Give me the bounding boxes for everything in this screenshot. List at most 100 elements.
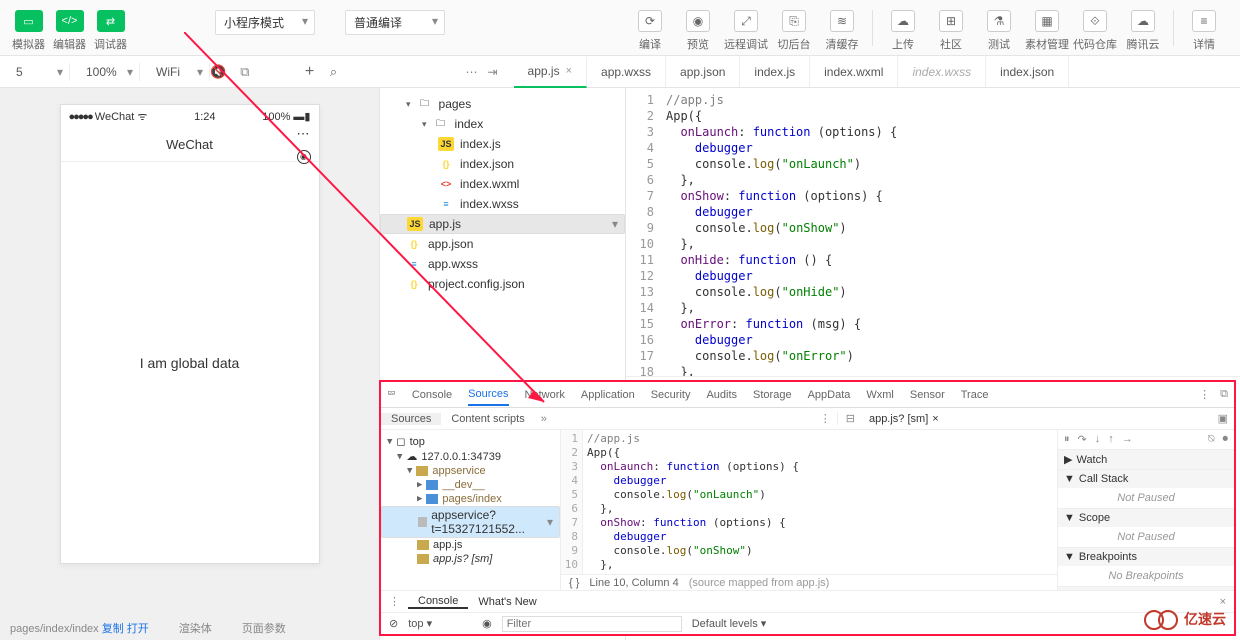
compile-type-select[interactable]: 普通编译 bbox=[345, 10, 445, 35]
dt-tab-application[interactable]: Application bbox=[581, 389, 635, 401]
editor-tab[interactable]: app.json bbox=[666, 56, 740, 87]
action-compile[interactable]: ⟳编译 bbox=[626, 10, 674, 52]
action-cloud[interactable]: ☁腾讯云 bbox=[1119, 10, 1167, 52]
program-mode-select[interactable]: 小程序模式 bbox=[215, 10, 315, 35]
dt-tab-appdata[interactable]: AppData bbox=[808, 389, 851, 401]
dt-dock-icon[interactable]: ⧉ bbox=[1220, 388, 1228, 401]
tree-row[interactable]: {}index.json bbox=[380, 154, 625, 174]
sources-tree-row[interactable]: ▼◻top bbox=[381, 434, 560, 449]
subtab-content-scripts[interactable]: Content scripts bbox=[441, 413, 534, 425]
layout-icon[interactable]: ⊟ bbox=[837, 412, 863, 425]
zoom-select[interactable]: 100% bbox=[80, 63, 140, 81]
sources-tree-row[interactable]: ▼☁127.0.0.1:34739 bbox=[381, 449, 560, 464]
drawer-more-icon[interactable]: ⋮ bbox=[381, 595, 408, 608]
sources-tree-row[interactable]: app.js? [sm] bbox=[381, 552, 560, 566]
sources-tree-row[interactable]: app.js bbox=[381, 538, 560, 552]
editor-tab[interactable]: app.js× bbox=[514, 57, 587, 88]
editor-tab[interactable]: index.js bbox=[740, 56, 810, 87]
dt-tab-security[interactable]: Security bbox=[651, 389, 691, 401]
subtab-chevron-icon[interactable]: » bbox=[541, 413, 547, 425]
code-editor[interactable]: 12345678910111213141516171819 //app.jsAp… bbox=[626, 88, 1240, 376]
dt-tab-console[interactable]: Console bbox=[412, 389, 452, 401]
source-file-tab[interactable]: app.js? [sm]× bbox=[863, 413, 945, 425]
braces-icon[interactable]: { } bbox=[569, 577, 579, 589]
action-details[interactable]: ≡详情 bbox=[1180, 10, 1228, 52]
sources-tree-row[interactable]: appservice?t=15327121552... bbox=[381, 506, 560, 538]
breakpoints-header[interactable]: ▼Breakpoints bbox=[1058, 548, 1234, 566]
sim-footer: pages/index/index 复制 打开 渲染体 页面参数 bbox=[0, 616, 379, 640]
network-select[interactable]: WiFi bbox=[150, 63, 210, 81]
editor-tab[interactable]: index.wxml bbox=[810, 56, 898, 87]
action-clear-cache[interactable]: ≋清缓存 bbox=[818, 10, 866, 52]
context-select[interactable]: top ▾ bbox=[408, 617, 472, 630]
more-icon[interactable]: ⋯ bbox=[465, 65, 477, 79]
tree-row[interactable]: JSindex.js bbox=[380, 134, 625, 154]
subtab-sources[interactable]: Sources bbox=[381, 413, 441, 425]
callstack-header[interactable]: ▼Call Stack bbox=[1058, 470, 1234, 488]
tree-row[interactable]: ▾🗀pages bbox=[380, 94, 625, 114]
sources-tree-row[interactable]: ▶__dev__ bbox=[381, 478, 560, 492]
step-icon[interactable]: → bbox=[1122, 433, 1133, 446]
tree-row[interactable]: {}app.json bbox=[380, 234, 625, 254]
copy-icon[interactable]: ⧉ bbox=[240, 64, 249, 80]
pause-icon[interactable]: ⏸ bbox=[1064, 433, 1070, 446]
step-out-icon[interactable]: ↑ bbox=[1108, 433, 1114, 446]
devtools-code[interactable]: 12345678910 //app.jsApp({ onLaunch: func… bbox=[561, 430, 1057, 574]
sources-tree-row[interactable]: ▶pages/index bbox=[381, 492, 560, 506]
dt-tab-sensor[interactable]: Sensor bbox=[910, 389, 945, 401]
close-icon[interactable]: × bbox=[566, 65, 572, 77]
watch-header[interactable]: ▶Watch bbox=[1058, 450, 1234, 469]
action-background[interactable]: ⎘切后台 bbox=[770, 10, 818, 52]
step-over-icon[interactable]: ↷ bbox=[1078, 433, 1087, 446]
tree-row[interactable]: <>index.wxml bbox=[380, 174, 625, 194]
menu-dots-icon[interactable]: ⋯ bbox=[297, 126, 311, 142]
mode-simulator[interactable]: ▭ 模拟器 bbox=[12, 10, 45, 52]
action-repo[interactable]: ⟐代码仓库 bbox=[1071, 10, 1119, 52]
action-preview[interactable]: ◉预览 bbox=[674, 10, 722, 52]
drawer-tab-whatsnew[interactable]: What's New bbox=[468, 596, 546, 608]
deactivate-bp-icon[interactable]: ⍉ bbox=[1208, 433, 1215, 446]
mode-debugger[interactable]: ⇄ 调试器 bbox=[94, 10, 127, 52]
action-test[interactable]: ⚗测试 bbox=[975, 10, 1023, 52]
tree-row[interactable]: {}project.config.json bbox=[380, 274, 625, 294]
clear-console-icon[interactable]: ⊘ bbox=[389, 617, 398, 630]
search-icon[interactable]: ⌕ bbox=[321, 64, 345, 80]
drawer-close-icon[interactable]: × bbox=[1220, 596, 1226, 608]
subtab-more-icon[interactable]: ⋮ bbox=[820, 412, 831, 425]
action-upload[interactable]: ☁上传 bbox=[879, 10, 927, 52]
step-into-icon[interactable]: ↓ bbox=[1095, 433, 1101, 446]
action-assets[interactable]: ▦素材管理 bbox=[1023, 10, 1071, 52]
inspect-icon[interactable]: ⮹ bbox=[387, 388, 396, 401]
dt-tab-trace[interactable]: Trace bbox=[961, 389, 989, 401]
dt-more-icon[interactable]: ⋮ bbox=[1199, 388, 1210, 401]
levels-select[interactable]: Default levels ▾ bbox=[692, 617, 767, 630]
split-icon[interactable]: ⇥ bbox=[487, 65, 497, 79]
new-file-icon[interactable]: + bbox=[297, 63, 321, 81]
editor-tab[interactable]: app.wxss bbox=[587, 56, 666, 87]
dt-tab-storage[interactable]: Storage bbox=[753, 389, 792, 401]
action-community[interactable]: ⊞社区 bbox=[927, 10, 975, 52]
panel-toggle-icon[interactable]: ▣ bbox=[1218, 412, 1228, 425]
dt-tab-wxml[interactable]: Wxml bbox=[866, 389, 894, 401]
sources-tree-row[interactable]: ▼appservice bbox=[381, 464, 560, 478]
tree-row[interactable]: ≡index.wxss bbox=[380, 194, 625, 214]
target-icon[interactable]: ◉ bbox=[297, 150, 311, 164]
dt-tab-sources[interactable]: Sources bbox=[468, 384, 508, 406]
tree-row[interactable]: ▾🗀index bbox=[380, 114, 625, 134]
editor-tab[interactable]: index.wxss bbox=[898, 56, 986, 87]
action-remote-debug[interactable]: ⤢远程调试 bbox=[722, 10, 770, 52]
tree-row[interactable]: JSapp.js bbox=[380, 214, 625, 234]
dt-tab-network[interactable]: Network bbox=[525, 389, 565, 401]
editor-tab[interactable]: index.json bbox=[986, 56, 1069, 87]
close-icon[interactable]: × bbox=[932, 413, 938, 425]
device-select[interactable]: 5 bbox=[10, 63, 70, 81]
console-filter-input[interactable] bbox=[502, 616, 682, 632]
dt-tab-audits[interactable]: Audits bbox=[706, 389, 737, 401]
mode-editor[interactable]: </> 编辑器 bbox=[53, 10, 86, 52]
eye-icon[interactable]: ◉ bbox=[482, 617, 492, 630]
scope-header[interactable]: ▼Scope bbox=[1058, 509, 1234, 527]
mute-icon[interactable]: 🔇 bbox=[210, 64, 226, 80]
pause-exceptions-icon[interactable]: ⏺ bbox=[1223, 433, 1229, 446]
drawer-tab-console[interactable]: Console bbox=[408, 595, 468, 609]
tree-row[interactable]: ≡app.wxss bbox=[380, 254, 625, 274]
